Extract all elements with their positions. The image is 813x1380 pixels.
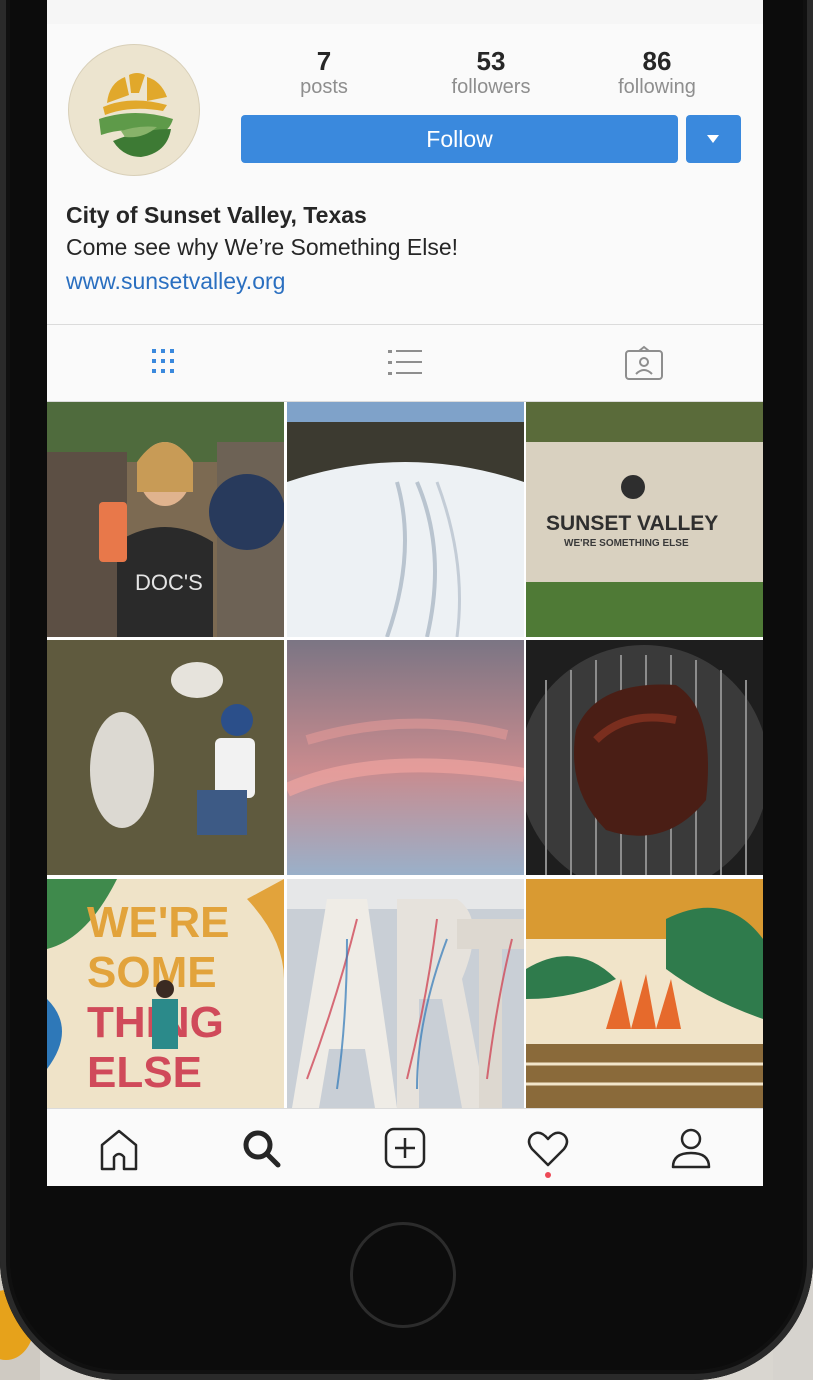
grid-icon — [152, 349, 174, 373]
grid-photo-snow-road[interactable] — [287, 402, 524, 637]
svg-text:WE'RE: WE'RE — [87, 898, 229, 947]
followers-label: followers — [451, 76, 531, 98]
grid-photo-sunset-valley-sign[interactable]: SUNSET VALLEY WE'RE SOMETHING ELSE — [526, 402, 763, 637]
posts-count: 7 — [316, 46, 332, 76]
grid-photo-mural[interactable]: WE'RE SOME THING ELSE — [47, 879, 284, 1114]
chevron-down-icon — [707, 135, 719, 143]
following-label: following — [618, 76, 696, 98]
following-count: 86 — [642, 46, 672, 76]
nav-search[interactable] — [236, 1123, 286, 1173]
photo-woman-drink-image: DOC'S — [47, 402, 284, 637]
grid-photo-vegetables-art[interactable] — [526, 879, 763, 1114]
tab-list[interactable] — [385, 345, 425, 381]
nav-activity[interactable] — [523, 1123, 573, 1173]
profile-view-tabs — [47, 324, 763, 402]
photo-child-goats-image — [47, 640, 284, 875]
svg-text:ELSE: ELSE — [87, 1048, 202, 1097]
profile-name: City of Sunset Valley, Texas — [66, 202, 367, 228]
posts-stat[interactable]: 7 posts — [244, 46, 404, 98]
home-hardware-button[interactable] — [350, 1222, 456, 1328]
profile-avatar[interactable] — [68, 44, 200, 176]
profile-website-link[interactable]: www.sunsetvalley.org — [66, 268, 285, 295]
photo-snow-road-image — [287, 402, 524, 637]
photo-pink-sky-image — [287, 640, 524, 875]
grid-photo-pink-sky[interactable] — [287, 640, 524, 875]
grid-photo-child-goats[interactable] — [47, 640, 284, 875]
photo-sunset-valley-sign-image: SUNSET VALLEY WE'RE SOMETHING ELSE — [526, 402, 763, 637]
photo-vegetables-art-image — [526, 879, 763, 1108]
posts-label: posts — [300, 76, 348, 98]
heart-icon — [527, 1131, 569, 1167]
following-stat[interactable]: 86 following — [577, 46, 737, 98]
photo-mural-image: WE'RE SOME THING ELSE — [47, 879, 284, 1108]
nav-new-post[interactable] — [380, 1123, 430, 1173]
sign-title: SUNSET VALLEY — [546, 512, 718, 535]
tab-grid[interactable] — [147, 345, 187, 381]
add-post-icon — [384, 1127, 426, 1169]
sign-tagline: WE'RE SOMETHING ELSE — [564, 538, 689, 549]
followers-count: 53 — [476, 46, 506, 76]
search-icon — [243, 1130, 281, 1168]
sunset-valley-logo-icon — [99, 73, 173, 157]
list-icon — [388, 350, 422, 375]
profile-bio: Come see why We’re Something Else! — [66, 234, 459, 260]
nav-profile[interactable] — [666, 1123, 716, 1173]
photo-brisket-image — [526, 640, 763, 875]
notification-dot — [545, 1172, 551, 1178]
phone-screen: 7 posts 53 followers 86 following Follow… — [47, 0, 763, 1186]
photo-art-sculpture-image — [287, 879, 524, 1108]
follow-button[interactable]: Follow — [241, 115, 678, 163]
nav-home[interactable] — [94, 1123, 144, 1173]
tab-tagged[interactable] — [624, 345, 664, 381]
photo-grid: DOC'S SUNSET VALLEY WE'RE SOMETHING ELSE… — [47, 402, 763, 1108]
suggested-accounts-button[interactable] — [686, 115, 741, 163]
svg-text:DOC'S: DOC'S — [135, 570, 203, 595]
top-header-strip — [47, 0, 763, 25]
svg-text:SOME: SOME — [87, 948, 217, 997]
grid-photo-woman-drink[interactable]: DOC'S — [47, 402, 284, 637]
tagged-person-icon — [625, 345, 663, 380]
home-icon — [100, 1129, 138, 1171]
grid-photo-brisket[interactable] — [526, 640, 763, 875]
followers-stat[interactable]: 53 followers — [411, 46, 571, 98]
grid-photo-art-sculpture[interactable] — [287, 879, 524, 1114]
profile-icon — [671, 1128, 711, 1169]
profile-header: 7 posts 53 followers 86 following Follow… — [47, 24, 763, 324]
bottom-navigation — [47, 1108, 763, 1186]
